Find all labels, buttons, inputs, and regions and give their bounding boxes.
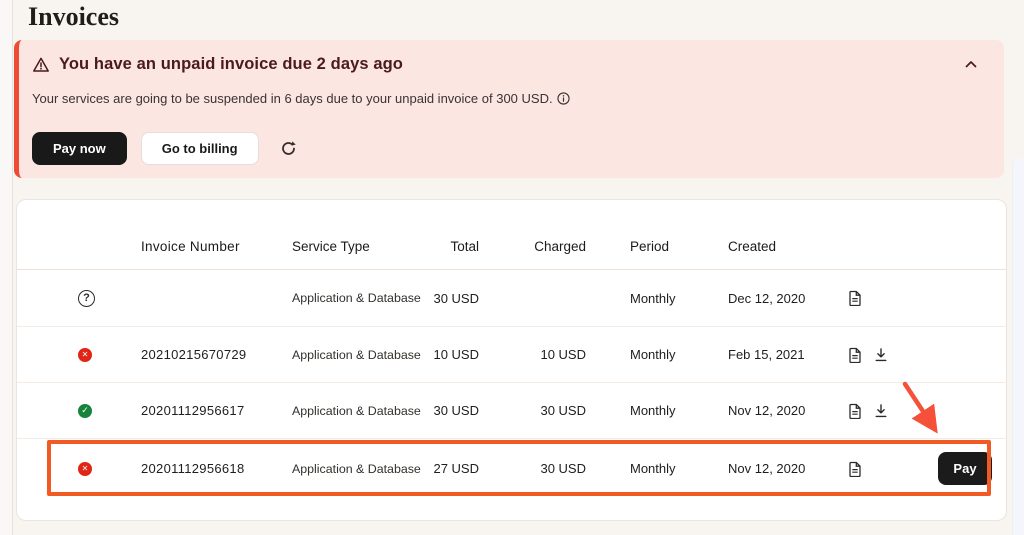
header-invoice-number: Invoice Number: [127, 239, 292, 254]
chevron-up-icon: [964, 59, 978, 69]
invoice-number: 20201112956617: [127, 403, 292, 418]
go-to-billing-button[interactable]: Go to billing: [141, 132, 259, 165]
period: Monthly: [586, 403, 717, 418]
collapse-alert-button[interactable]: [960, 53, 982, 75]
download-invoice-button[interactable]: [872, 402, 890, 420]
invoices-table-card: Invoice Number Service Type Total Charge…: [16, 199, 1007, 521]
total: 30 USD: [422, 403, 479, 418]
invoice-row-highlighted: ✕ 20201112956618 Application & Database …: [17, 438, 1006, 498]
invoice-number: 20201112956618: [127, 461, 292, 476]
document-icon: [847, 461, 863, 477]
document-icon: [847, 290, 863, 306]
page-title: Invoices: [28, 2, 119, 32]
download-icon: [873, 403, 889, 419]
refresh-icon: [279, 139, 298, 158]
status-unknown-icon[interactable]: ?: [78, 290, 95, 307]
view-invoice-button[interactable]: [846, 346, 864, 364]
alert-title: You have an unpaid invoice due 2 days ag…: [59, 55, 403, 74]
invoice-row: ? Application & Database 30 USD Monthly …: [17, 270, 1006, 326]
status-paid-icon: ✓: [78, 404, 92, 418]
alert-description: Your services are going to be suspended …: [32, 91, 553, 106]
total: 10 USD: [422, 347, 479, 362]
page-left-divider: [0, 0, 13, 535]
view-invoice-button[interactable]: [846, 402, 864, 420]
service-type: Application & Database: [292, 348, 422, 362]
view-invoice-button[interactable]: [846, 289, 864, 307]
header-total: Total: [422, 239, 479, 254]
charged: 30 USD: [479, 461, 586, 476]
view-invoice-button[interactable]: [846, 460, 864, 478]
created: Feb 15, 2021: [717, 347, 846, 362]
period: Monthly: [586, 347, 717, 362]
status-failed-icon: ✕: [78, 462, 92, 476]
info-circle-icon[interactable]: [557, 92, 570, 105]
warning-triangle-icon: [32, 56, 50, 74]
header-created: Created: [717, 239, 846, 254]
header-service-type: Service Type: [292, 239, 422, 254]
pay-now-button[interactable]: Pay now: [32, 132, 127, 165]
header-charged: Charged: [479, 239, 586, 254]
download-invoice-button[interactable]: [872, 346, 890, 364]
invoice-number: 20210215670729: [127, 347, 292, 362]
created: Dec 12, 2020: [717, 291, 846, 306]
service-type: Application & Database: [292, 462, 422, 476]
download-icon: [873, 347, 889, 363]
scrollbar-track: [1012, 158, 1024, 535]
created: Nov 12, 2020: [717, 403, 846, 418]
document-icon: [847, 403, 863, 419]
table-header-row: Invoice Number Service Type Total Charge…: [17, 200, 1006, 270]
unpaid-invoice-alert: You have an unpaid invoice due 2 days ag…: [14, 40, 1004, 178]
charged: 10 USD: [479, 347, 586, 362]
charged: 30 USD: [479, 403, 586, 418]
invoice-row: ✕ 20210215670729 Application & Database …: [17, 326, 1006, 382]
invoice-row: ✓ 20201112956617 Application & Database …: [17, 382, 1006, 438]
period: Monthly: [586, 461, 717, 476]
service-type: Application & Database: [292, 291, 422, 305]
service-type: Application & Database: [292, 404, 422, 418]
status-failed-icon: ✕: [78, 348, 92, 362]
pay-button[interactable]: Pay: [938, 452, 992, 485]
created: Nov 12, 2020: [717, 461, 846, 476]
period: Monthly: [586, 291, 717, 306]
refresh-button[interactable]: [277, 137, 301, 161]
total: 30 USD: [422, 291, 479, 306]
header-period: Period: [586, 239, 717, 254]
document-icon: [847, 347, 863, 363]
total: 27 USD: [422, 461, 479, 476]
